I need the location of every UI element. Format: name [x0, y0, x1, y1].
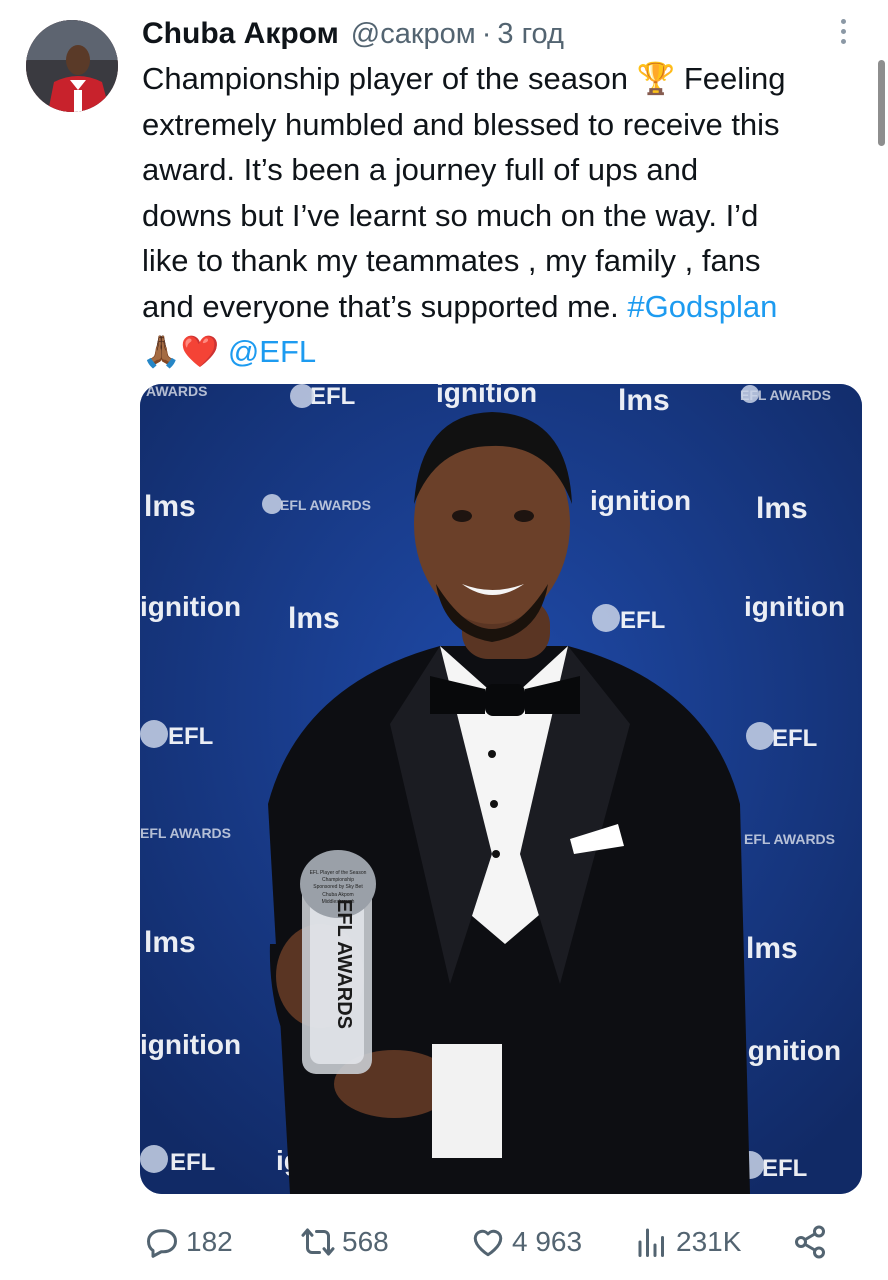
reply-icon: [147, 1229, 177, 1258]
tweet-text: Championship player of the season 🏆 Feel…: [142, 56, 872, 375]
backdrop-text: lms: [288, 602, 340, 635]
backdrop-text: lms: [618, 384, 670, 417]
like-count: 4 963: [512, 1226, 583, 1257]
backdrop-text: lms: [746, 932, 798, 965]
like-button[interactable]: 4 963: [470, 1218, 582, 1266]
backdrop-text: EFL: [168, 723, 213, 750]
more-icon: [834, 19, 852, 44]
backdrop-text: EFL AWARDS: [280, 497, 371, 513]
backdrop-text: EFL: [620, 607, 665, 634]
tweet-line: 🙏🏾❤️ @EFL: [142, 329, 872, 375]
mention-link[interactable]: @EFL: [228, 334, 316, 369]
backdrop-text: ignition: [740, 1035, 841, 1066]
backdrop-text: EFL: [772, 725, 817, 752]
reply-button[interactable]: 182: [144, 1218, 233, 1266]
repost-icon: [301, 1228, 335, 1256]
plaque-text: EFL Player of the Season: [310, 870, 367, 876]
plaque-text: Chuba Akpom: [322, 892, 353, 898]
backdrop-text: EFL: [762, 1155, 807, 1182]
views-icon: [638, 1228, 664, 1257]
award-photo: AWARDS EFL ignition lms EFL AWARDS lms E…: [140, 384, 862, 1194]
scrollbar[interactable]: [878, 60, 885, 146]
backdrop-text: lms: [756, 492, 808, 525]
author-avatar[interactable]: [26, 20, 118, 112]
reply-count: 182: [186, 1226, 233, 1257]
backdrop-text: EFL AWARDS: [744, 831, 835, 847]
tweet-timestamp[interactable]: 3 год: [497, 18, 564, 51]
pray-heart-emoji: 🙏🏾❤️: [142, 334, 220, 369]
backdrop-text: lms: [144, 926, 196, 959]
share-button[interactable]: [792, 1218, 834, 1266]
tweet-line: Championship player of the season 🏆 Feel…: [142, 61, 786, 96]
plaque-text: Sponsored by Sky Bet: [313, 884, 363, 890]
backdrop-text: EFL AWARDS: [140, 825, 231, 841]
backdrop-text: ignition: [140, 591, 241, 622]
repost-count: 568: [342, 1226, 389, 1257]
backdrop-text: EFL: [310, 384, 355, 410]
tweet-line: downs but I’ve learnt so much on the way…: [142, 197, 759, 233]
trophy-text: EFL AWARDS: [333, 899, 355, 1029]
backdrop-text: ignition: [436, 384, 537, 408]
plaque-text: Championship: [322, 877, 354, 883]
backdrop-text: AWARDS: [146, 384, 207, 399]
tweet-line: like to thank my teammates , my family ,…: [142, 243, 761, 278]
repost-button[interactable]: 568: [300, 1218, 389, 1266]
author-handle[interactable]: @сакром: [351, 18, 476, 51]
share-icon: [795, 1225, 825, 1259]
tweet-line: and everyone that’s supported me. #Godsp…: [142, 288, 778, 324]
trophy-emoji: 🏆: [636, 61, 676, 96]
backdrop-text: ignition: [590, 485, 691, 516]
more-button[interactable]: [834, 16, 852, 50]
backdrop-text: ignition: [140, 1029, 241, 1060]
header-separator: ·: [481, 17, 492, 50]
backdrop-text: EFL: [170, 1149, 215, 1176]
tweet-actions: 182 568 4 963 231K: [140, 1218, 860, 1266]
tweet-line: award. It’s been a journey full of ups a…: [142, 152, 699, 187]
tweet-line: extremely humbled and blessed to receive…: [142, 106, 780, 142]
views-count: 231K: [676, 1226, 742, 1257]
tweet-photo[interactable]: AWARDS EFL ignition lms EFL AWARDS lms E…: [140, 384, 862, 1194]
hashtag-link[interactable]: #Godsplan: [627, 289, 777, 324]
backdrop-text: ignition: [744, 591, 845, 622]
views-button[interactable]: 231K: [634, 1218, 741, 1266]
avatar-image: [26, 20, 118, 112]
tweet-header: Chuba Акром @сакром · 3 год: [142, 12, 832, 56]
backdrop-text: lms: [144, 490, 196, 523]
author-name[interactable]: Chuba Акром: [142, 17, 339, 51]
like-icon: [473, 1229, 503, 1257]
